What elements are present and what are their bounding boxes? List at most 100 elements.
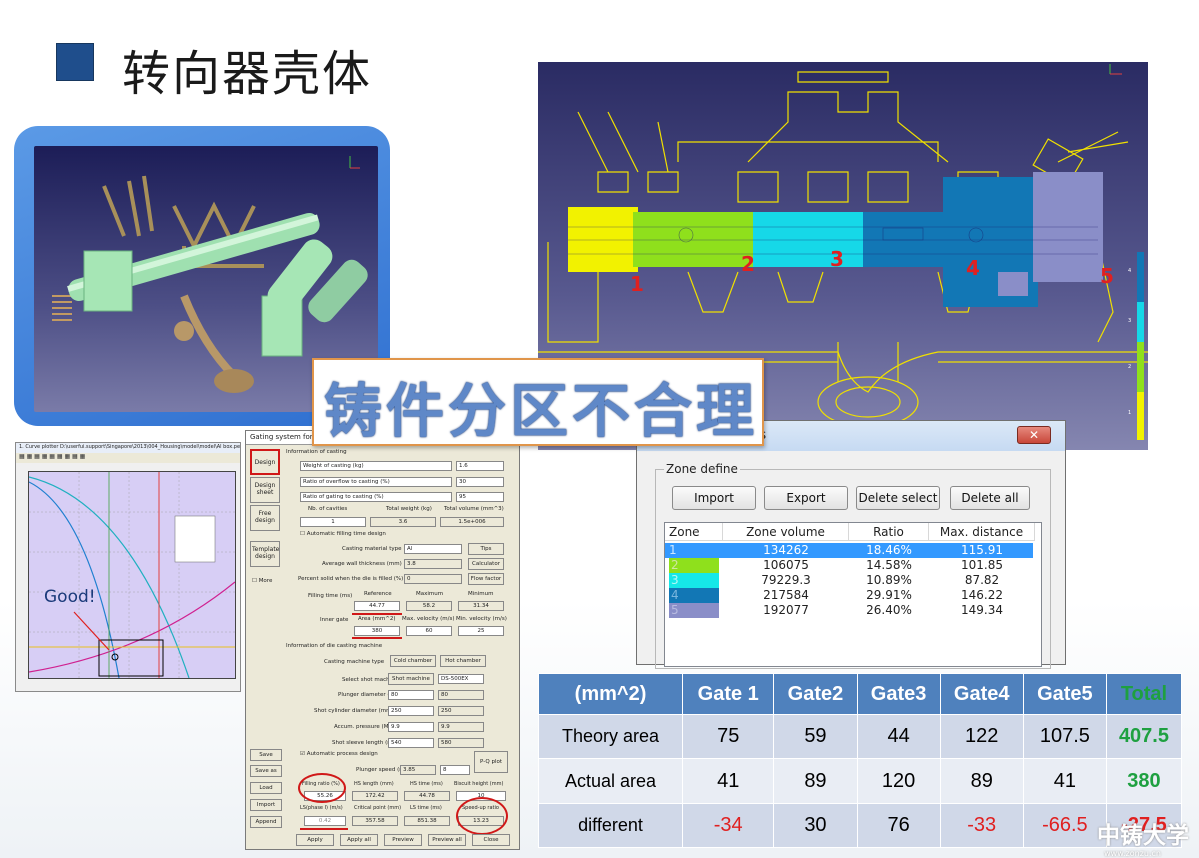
flow-factor-button[interactable]: Flow factor — [468, 573, 504, 585]
distance-cell: 115.91 — [961, 543, 1003, 557]
weight-field[interactable]: 1.6 — [456, 461, 504, 471]
more-checkbox[interactable]: ☐ More — [252, 578, 272, 584]
hs-time-header: HS time (ms) — [410, 781, 443, 787]
distance-cell: 87.82 — [964, 573, 1000, 587]
speed-up-circle — [456, 797, 508, 835]
tab-free-design[interactable]: Free design — [250, 505, 280, 531]
filling-ref-field[interactable]: 44.77 — [354, 601, 400, 611]
filling-ratio-circle — [298, 773, 346, 803]
preview-all-button[interactable]: Preview all — [428, 834, 466, 846]
gating-ratio-select[interactable]: Ratio of gating to casting (%) — [300, 492, 452, 502]
zone-cell: 5 — [669, 603, 719, 618]
gate-area-table: (mm^2) Gate 1 Gate2 Gate3 Gate4 Gate5 To… — [537, 672, 1183, 849]
apply-all-button[interactable]: Apply all — [340, 834, 378, 846]
close-button[interactable]: Close — [472, 834, 510, 846]
table-cell: -33 — [939, 802, 1024, 849]
auto-process-checkbox[interactable]: ☑ Automatic process design — [300, 751, 378, 757]
save-button[interactable]: Save — [250, 749, 282, 761]
volume-cell: 217584 — [763, 588, 809, 602]
table-cell: 41 — [1022, 758, 1107, 804]
weight-select[interactable]: Weight of casting (kg) — [300, 461, 452, 471]
zone-row[interactable]: 1 134262 18.46% 115.91 — [665, 543, 1033, 558]
hs-time-value: 44.78 — [404, 791, 450, 801]
gating-system-window: Gating system for H Design Design sheet … — [245, 430, 520, 850]
hs-length-header: HS length (mm) — [354, 781, 394, 787]
plunger-field-1[interactable]: 80 — [388, 690, 434, 700]
slide-title: 转向器壳体 — [122, 46, 373, 102]
distance-column-header[interactable]: Max. distance — [929, 523, 1035, 541]
overflow-select[interactable]: Ratio of overflow to casting (%) — [300, 477, 452, 487]
filling-time-label: Filling time (ms) — [308, 593, 353, 599]
cavities-field[interactable]: 1 — [300, 517, 366, 527]
gating-ratio-field[interactable]: 95 — [456, 492, 504, 502]
delete-select-button[interactable]: Delete select — [856, 486, 940, 510]
plunger-speed-field-1[interactable]: 3.85 — [400, 765, 436, 775]
zone-cell: 4 — [669, 588, 719, 603]
watermark-logo: 中铸大学 — [1097, 823, 1189, 849]
shot-machine-button[interactable]: Shot machine — [388, 673, 434, 685]
ratio-cell: 29.91% — [866, 588, 912, 602]
tips-button[interactable]: Tips — [468, 543, 504, 555]
row-label: Theory area — [537, 714, 684, 760]
ratio-cell: 18.46% — [866, 543, 912, 557]
preview-button[interactable]: Preview — [384, 834, 422, 846]
watermark-url: www.zonzu.cn — [1104, 849, 1161, 858]
svg-text:2: 2 — [1128, 364, 1131, 370]
zone-row[interactable]: 5 192077 26.40% 149.34 — [665, 603, 1033, 618]
biscuit-header: Biscuit height (mm) — [454, 781, 504, 787]
zone-row[interactable]: 4 217584 29.91% 146.22 — [665, 588, 1033, 603]
gate-area-field[interactable]: 380 — [354, 626, 400, 636]
dialog-close-button[interactable]: ✕ — [1017, 426, 1051, 444]
zone-row[interactable]: 3 79229.3 10.89% 87.82 — [665, 573, 1033, 588]
export-zone-button[interactable]: Export — [764, 486, 848, 510]
zone-column-header[interactable]: Zone — [665, 523, 723, 541]
tab-template-design[interactable]: Template design — [250, 541, 280, 567]
table-cell: -34 — [682, 802, 775, 849]
shot-machine-field[interactable]: DS-500EX — [438, 674, 484, 684]
table-cell: 120 — [856, 758, 941, 804]
material-select[interactable]: Al — [404, 544, 462, 554]
accum-field-1[interactable]: 9.9 — [388, 722, 434, 732]
thickness-field[interactable]: 3.8 — [404, 559, 462, 569]
gate2-header: Gate2 — [773, 672, 858, 716]
zone-cell: 2 — [669, 558, 719, 573]
gate-maxv-field[interactable]: 60 — [406, 626, 452, 636]
cold-chamber-button[interactable]: Cold chamber — [390, 655, 436, 667]
table-cell: 41 — [682, 758, 775, 804]
zone-row[interactable]: 2 106075 14.58% 101.85 — [665, 558, 1033, 573]
percent-solid-field[interactable]: 0 — [404, 574, 462, 584]
ratio-column-header[interactable]: Ratio — [849, 523, 929, 541]
delete-all-button[interactable]: Delete all — [950, 486, 1030, 510]
distance-cell: 146.22 — [961, 588, 1003, 602]
material-label: Casting material type — [342, 546, 402, 552]
good-annotation: Good! — [44, 587, 96, 607]
tab-design[interactable]: Design — [250, 449, 280, 475]
thickness-label: Average wall thickness (mm) — [322, 561, 402, 567]
ls-underline — [300, 828, 348, 830]
apply-button[interactable]: Apply — [296, 834, 334, 846]
import-zone-button[interactable]: Import — [672, 486, 756, 510]
calculator-button[interactable]: Calculator — [468, 558, 504, 570]
pq-plot-button[interactable]: P-Q plot — [474, 751, 508, 773]
table-cell: 59 — [773, 714, 858, 760]
plunger-speed-field-2[interactable]: 8 — [440, 765, 470, 775]
tab-design-sheet[interactable]: Design sheet — [250, 477, 280, 503]
cylinder-field-1[interactable]: 250 — [388, 706, 434, 716]
unit-header: (mm^2) — [537, 672, 684, 716]
append-button[interactable]: Append — [250, 816, 282, 828]
load-button[interactable]: Load — [250, 782, 282, 794]
volume-cell: 192077 — [763, 603, 809, 617]
overflow-field[interactable]: 30 — [456, 477, 504, 487]
ratio-cell: 26.40% — [866, 603, 912, 617]
volume-column-header[interactable]: Zone volume — [723, 523, 849, 541]
import-button[interactable]: Import — [250, 799, 282, 811]
zone-list[interactable]: Zone Zone volume Ratio Max. distance 1 1… — [664, 522, 1042, 667]
save-as-button[interactable]: Save as — [250, 765, 282, 777]
filling-min-header: Minimum — [468, 591, 494, 597]
gate-minv-field[interactable]: 25 — [458, 626, 504, 636]
zone-label-1: 1 — [630, 272, 644, 296]
table-cell: 89 — [939, 758, 1024, 804]
sleeve-field-1[interactable]: 540 — [388, 738, 434, 748]
hot-chamber-button[interactable]: Hot chamber — [440, 655, 486, 667]
auto-filling-checkbox[interactable]: ☐ Automatic filling time design — [300, 531, 386, 537]
